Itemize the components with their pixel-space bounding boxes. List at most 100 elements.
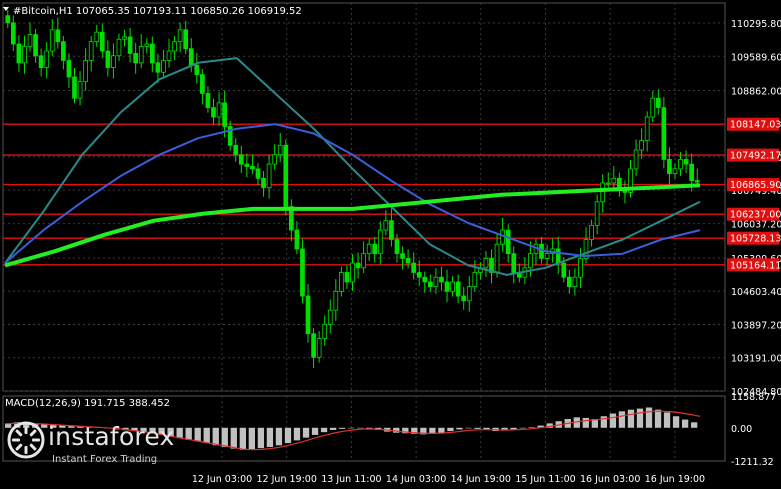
price-axis-label: 110295.80 (731, 19, 781, 30)
macd-histogram-bar (528, 427, 535, 428)
candle-bear (149, 43, 155, 64)
candle-bear (455, 281, 461, 297)
logo-tagline: Instant Forex Trading (52, 454, 158, 465)
macd-histogram-bar (690, 422, 698, 428)
candle-bear (311, 333, 316, 358)
candle-bear (10, 22, 16, 45)
candle-bear (133, 53, 139, 64)
moving-average-line (4, 123, 701, 264)
time-axis-label: 13 Jun 11:00 (321, 474, 381, 485)
macd-histogram-bar (347, 427, 355, 429)
candle-bear (55, 29, 61, 43)
price-axis-label: 108862.00 (731, 87, 781, 98)
macd-histogram-bar (329, 427, 337, 430)
macd-histogram-bar (645, 407, 653, 428)
candle-bear (689, 163, 695, 182)
candle-bear (38, 55, 44, 68)
candle-bull (644, 116, 650, 141)
candle-bear (5, 15, 11, 24)
candle-bull (316, 338, 322, 358)
macd-histogram-bar (284, 427, 292, 444)
candle-bear (411, 262, 417, 273)
time-axis-label: 14 Jun 19:00 (451, 474, 511, 485)
price-level-tag-label: 105164.11 (730, 260, 781, 271)
macd-histogram-bar (474, 427, 481, 429)
macd-histogram-bar (582, 417, 589, 428)
candle-bear (250, 166, 255, 170)
candle-bull (544, 253, 550, 259)
time-axis-label: 15 Jun 11:00 (515, 474, 575, 485)
candle-bear (244, 163, 250, 167)
macd-axis-label: -1211.32 (731, 457, 774, 468)
candle-bear (283, 144, 289, 207)
macd-histogram-bar (266, 427, 274, 447)
candle-bull (361, 253, 366, 269)
candle-bear (233, 144, 239, 156)
candle-bull (339, 272, 344, 292)
price-axis-label: 104603.40 (731, 287, 781, 298)
candle-bull (166, 50, 172, 61)
macd-histogram-bar (275, 427, 283, 446)
price-level-tag-label: 107492.17 (730, 151, 781, 162)
candle-bear (400, 253, 405, 259)
candle-bear (183, 29, 189, 50)
candle-bear (555, 248, 561, 264)
macd-histogram-bar (681, 419, 689, 428)
candle-bear (694, 180, 700, 183)
price-level-tag-label: 106237.00 (730, 210, 781, 221)
macd-histogram-bar (672, 416, 680, 428)
candle-bear (211, 107, 216, 118)
candle-bear (344, 272, 350, 283)
candle-bear (439, 276, 444, 283)
candle-bear (205, 93, 211, 108)
macd-histogram-bar (447, 427, 454, 432)
time-axis-label: 16 Jun 19:00 (645, 474, 705, 485)
candle-bull (433, 276, 439, 288)
macd-histogram-bar (627, 409, 635, 428)
macd-histogram-bar (456, 427, 463, 430)
price-axis-label: 106037.20 (731, 220, 781, 231)
macd-label: MACD(12,26,9) 191.715 388.452 (5, 398, 170, 409)
macd-histogram-bar (465, 427, 472, 429)
candle-bear (33, 34, 38, 57)
macd-histogram-bar (257, 427, 265, 449)
macd-histogram-bar (248, 427, 256, 450)
candle-bear (99, 31, 105, 52)
candle-bear (566, 276, 572, 288)
candle-bull (83, 60, 88, 83)
price-axis-label: 109589.60 (731, 52, 781, 63)
candle-bear (61, 41, 66, 61)
candle-bull (350, 262, 355, 283)
candle-bear (661, 107, 667, 160)
candle-bear (127, 36, 133, 54)
candle-bull (138, 45, 144, 64)
price-axis-label: 103191.00 (731, 354, 781, 365)
macd-histogram-bar (212, 427, 219, 446)
candle-bear (422, 276, 428, 283)
candle-bear (16, 43, 22, 64)
price-axis-label: 103897.20 (731, 320, 781, 331)
candle-bull (266, 163, 272, 189)
candle-bull (88, 41, 94, 61)
candle-bear (655, 97, 661, 108)
macd-axis-label: 1158.877 (731, 392, 776, 403)
candle-bear (66, 60, 72, 78)
macd-histogram-bar (636, 408, 644, 428)
candle-bear (105, 50, 111, 68)
candle-bull (578, 257, 583, 278)
candle-bull (650, 97, 656, 118)
candle-bull (327, 309, 333, 325)
time-axis: 12 Jun 03:00 12 Jun 19:00 13 Jun 11:00 14 J… (192, 474, 705, 485)
time-axis-label: 16 Jun 03:00 (580, 474, 640, 485)
candle-bear (444, 281, 450, 292)
candle-bull (77, 81, 83, 99)
candle-bull (177, 29, 183, 43)
candle-bull (111, 55, 116, 68)
macd-axis-label: 0.00 (731, 424, 752, 435)
macd-histogram-bar (302, 427, 310, 438)
macd-axis: 1158.877 0.00 -1211.32 (731, 392, 776, 468)
candle-bull (494, 243, 500, 273)
candle-bear (300, 248, 305, 297)
candle-bear (305, 295, 311, 335)
candle-bear (222, 102, 227, 127)
